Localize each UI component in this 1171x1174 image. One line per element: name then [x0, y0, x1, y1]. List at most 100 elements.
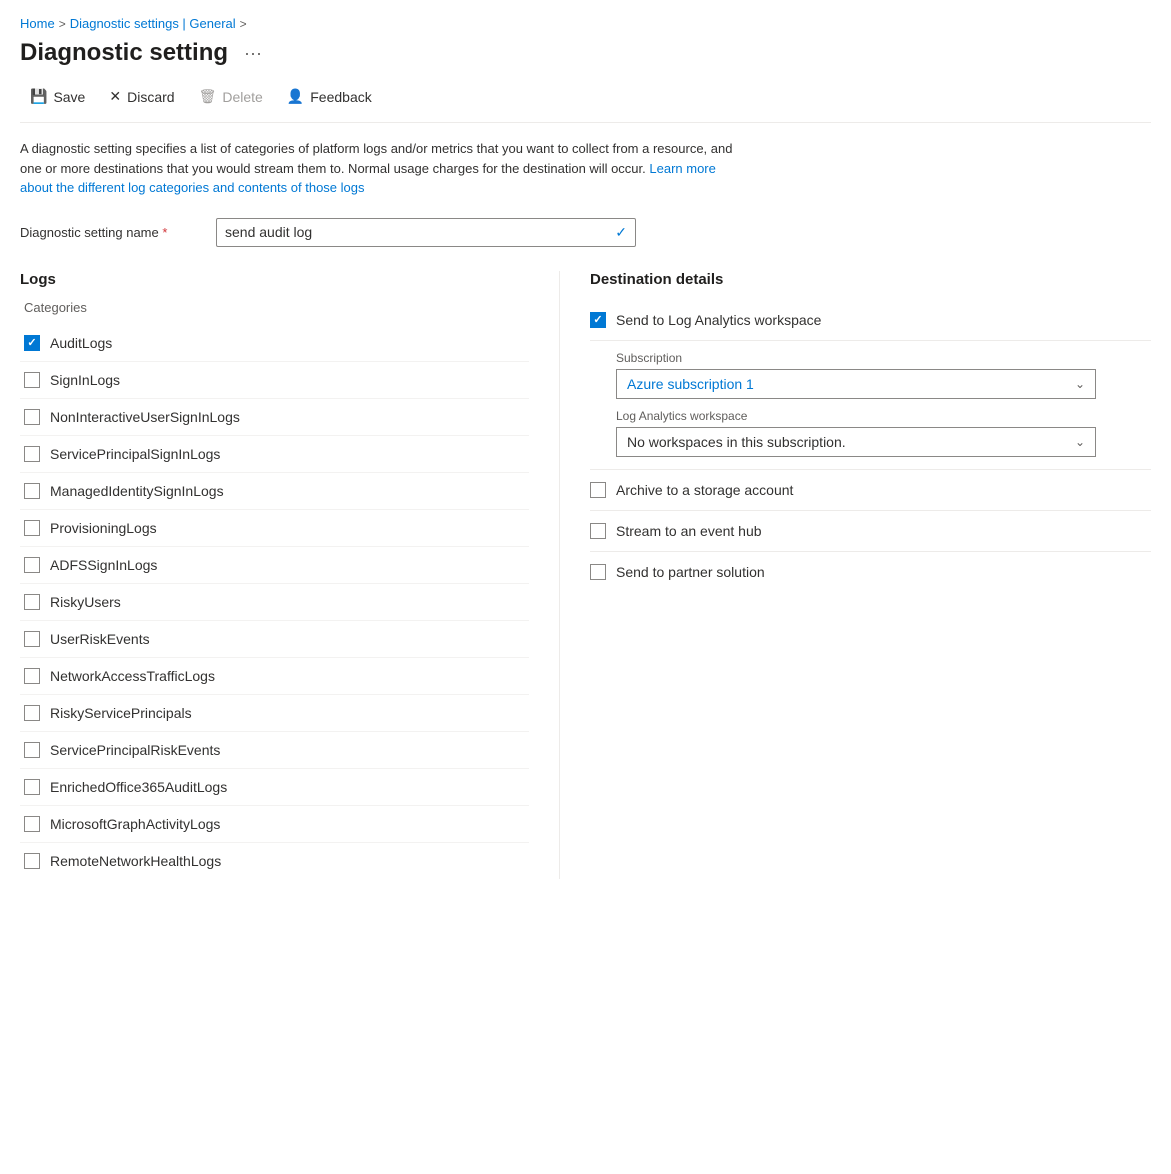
storage-checkbox[interactable] — [590, 482, 606, 498]
log-item: RiskyServicePrincipals — [20, 695, 529, 732]
breadcrumb: Home > Diagnostic settings | General > — [20, 16, 1151, 31]
log-label-noninteractiveusersigninlogs: NonInteractiveUserSignInLogs — [50, 409, 240, 425]
storage-option: Archive to a storage account — [590, 470, 1151, 511]
toolbar: 💾 Save ✕ Discard 🗑 Delete 👤 Feedback — [20, 83, 1151, 123]
partner-solution-checkbox[interactable] — [590, 564, 606, 580]
log-checkbox-riskyusers[interactable] — [24, 594, 40, 610]
log-checkbox-microsoftgraphactivitylogs[interactable] — [24, 816, 40, 832]
feedback-label: Feedback — [310, 89, 371, 105]
workspace-dropdown[interactable]: No workspaces in this subscription. ⌄ — [616, 427, 1096, 457]
log-item: ADFSSignInLogs — [20, 547, 529, 584]
log-item: ServicePrincipalSignInLogs — [20, 436, 529, 473]
log-label-riskyserviceprincipals: RiskyServicePrincipals — [50, 705, 192, 721]
log-label-serviceprincipalriskevents: ServicePrincipalRiskEvents — [50, 742, 220, 758]
log-item: ServicePrincipalRiskEvents — [20, 732, 529, 769]
log-checkbox-remotenetworkhealthlogs[interactable] — [24, 853, 40, 869]
log-item: RemoteNetworkHealthLogs — [20, 843, 529, 879]
log-label-enrichedoffice365auditlogs: EnrichedOffice365AuditLogs — [50, 779, 227, 795]
log-checkbox-serviceprincipalriskevents[interactable] — [24, 742, 40, 758]
categories-label: Categories — [20, 300, 529, 315]
subscription-value: Azure subscription 1 — [627, 376, 754, 392]
log-analytics-checkbox[interactable] — [590, 312, 606, 328]
log-label-managedidentitysigninlogs: ManagedIdentitySignInLogs — [50, 483, 224, 499]
log-checkbox-managedidentitysigninlogs[interactable] — [24, 483, 40, 499]
event-hub-checkbox[interactable] — [590, 523, 606, 539]
delete-label: Delete — [222, 89, 262, 105]
log-checkbox-adfssigninlogs[interactable] — [24, 557, 40, 573]
page-title: Diagnostic setting — [20, 39, 228, 67]
log-items-list: AuditLogs SignInLogs NonInteractiveUserSig… — [20, 325, 529, 879]
log-label-userriskevents: UserRiskEvents — [50, 631, 150, 647]
log-item: ProvisioningLogs — [20, 510, 529, 547]
log-analytics-expanded: Subscription Azure subscription 1 ⌄ Log … — [590, 351, 1151, 470]
subscription-dropdown[interactable]: Azure subscription 1 ⌄ — [616, 369, 1096, 399]
log-label-serviceprincipalsigninlogs: ServicePrincipalSignInLogs — [50, 446, 220, 462]
save-button[interactable]: 💾 Save — [20, 83, 95, 110]
log-item: AuditLogs — [20, 325, 529, 362]
log-item: ManagedIdentitySignInLogs — [20, 473, 529, 510]
setting-name-input-wrapper: ✓ — [216, 218, 636, 247]
event-hub-label: Stream to an event hub — [616, 523, 762, 539]
destination-section: Destination details Send to Log Analytic… — [560, 271, 1151, 879]
discard-button[interactable]: ✕ Discard — [99, 83, 184, 110]
main-content: Logs Categories AuditLogsSignInLogsNonIn… — [20, 271, 1151, 879]
log-label-riskyusers: RiskyUsers — [50, 594, 121, 610]
feedback-button[interactable]: 👤 Feedback — [277, 83, 382, 110]
log-item: NetworkAccessTrafficLogs — [20, 658, 529, 695]
log-item: EnrichedOffice365AuditLogs — [20, 769, 529, 806]
subscription-arrow: ⌄ — [1075, 377, 1085, 391]
log-checkbox-userriskevents[interactable] — [24, 631, 40, 647]
log-analytics-option: Send to Log Analytics workspace — [590, 300, 1151, 341]
log-checkbox-serviceprincipalsigninlogs[interactable] — [24, 446, 40, 462]
log-analytics-label: Send to Log Analytics workspace — [616, 312, 821, 328]
log-item: MicrosoftGraphActivityLogs — [20, 806, 529, 843]
log-label-signinlogs: SignInLogs — [50, 372, 120, 388]
log-checkbox-auditlogs[interactable] — [24, 335, 40, 351]
log-item: NonInteractiveUserSignInLogs — [20, 399, 529, 436]
log-checkbox-networkaccesstrafficlogs[interactable] — [24, 668, 40, 684]
log-checkbox-provisioninglogs[interactable] — [24, 520, 40, 536]
log-label-networkaccesstrafficlogs: NetworkAccessTrafficLogs — [50, 668, 215, 684]
workspace-value: No workspaces in this subscription. — [627, 434, 846, 450]
required-indicator: * — [162, 225, 167, 240]
event-hub-option: Stream to an event hub — [590, 511, 1151, 552]
setting-name-row: Diagnostic setting name * ✓ — [20, 218, 1151, 247]
workspace-label: Log Analytics workspace — [616, 409, 1151, 423]
learn-more-link[interactable]: Learn more about the different log categ… — [20, 161, 716, 196]
ellipsis-button[interactable]: ··· — [238, 41, 268, 66]
log-checkbox-enrichedoffice365auditlogs[interactable] — [24, 779, 40, 795]
log-label-provisioninglogs: ProvisioningLogs — [50, 520, 157, 536]
log-item: SignInLogs — [20, 362, 529, 399]
partner-solution-option: Send to partner solution — [590, 552, 1151, 592]
logs-section: Logs Categories AuditLogsSignInLogsNonIn… — [20, 271, 560, 879]
subscription-label: Subscription — [616, 351, 1151, 365]
log-checkbox-noninteractiveusersigninlogs[interactable] — [24, 409, 40, 425]
discard-icon: ✕ — [109, 88, 121, 105]
log-label-remotenetworkhealthlogs: RemoteNetworkHealthLogs — [50, 853, 221, 869]
log-item: UserRiskEvents — [20, 621, 529, 658]
log-label-microsoftgraphactivitylogs: MicrosoftGraphActivityLogs — [50, 816, 220, 832]
destination-section-title: Destination details — [590, 271, 1151, 288]
page-title-row: Diagnostic setting ··· — [20, 39, 1151, 67]
setting-name-label: Diagnostic setting name * — [20, 225, 200, 240]
breadcrumb-home[interactable]: Home — [20, 16, 55, 31]
workspace-arrow: ⌄ — [1075, 435, 1085, 449]
delete-button[interactable]: 🗑 Delete — [189, 83, 273, 110]
partner-solution-label: Send to partner solution — [616, 564, 765, 580]
log-label-adfssigninlogs: ADFSSignInLogs — [50, 557, 157, 573]
description: A diagnostic setting specifies a list of… — [20, 139, 740, 198]
save-label: Save — [53, 89, 85, 105]
log-label-auditlogs: AuditLogs — [50, 335, 112, 351]
delete-icon: 🗑 — [199, 88, 217, 105]
log-item: RiskyUsers — [20, 584, 529, 621]
feedback-icon: 👤 — [287, 88, 304, 105]
discard-label: Discard — [127, 89, 174, 105]
save-icon: 💾 — [30, 88, 47, 105]
setting-name-field[interactable] — [225, 224, 615, 240]
log-analytics-fields: Subscription Azure subscription 1 ⌄ Log … — [616, 351, 1151, 457]
breadcrumb-sep1: > — [59, 17, 66, 31]
log-checkbox-riskyserviceprincipals[interactable] — [24, 705, 40, 721]
log-checkbox-signinlogs[interactable] — [24, 372, 40, 388]
storage-label: Archive to a storage account — [616, 482, 793, 498]
breadcrumb-diagnostic-settings[interactable]: Diagnostic settings | General — [70, 16, 236, 31]
